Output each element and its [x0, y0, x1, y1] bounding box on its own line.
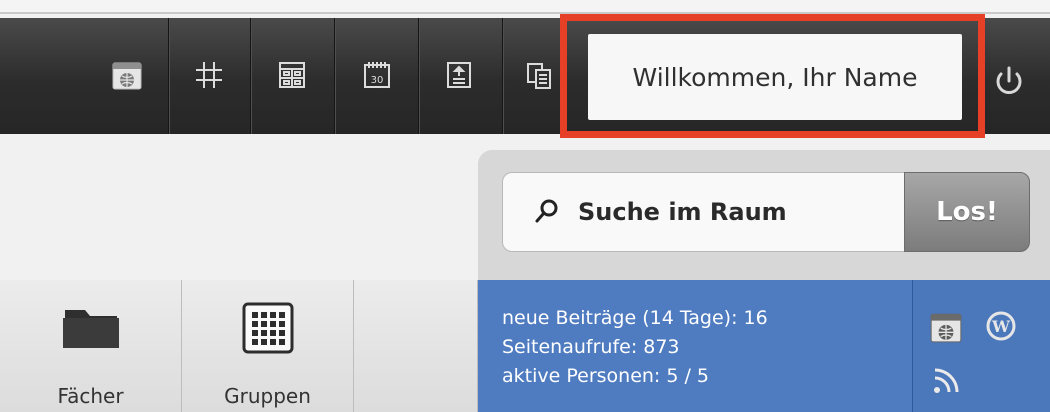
svg-text:30: 30 [371, 75, 384, 86]
table-icon[interactable] [275, 58, 309, 92]
toolbar-separator [418, 18, 419, 134]
tile-label: Fächer [57, 384, 124, 408]
calendar-icon[interactable]: 30 [360, 58, 394, 92]
calendar-globe-icon[interactable] [110, 58, 144, 92]
search-button[interactable]: Los! [904, 172, 1030, 252]
top-rule [0, 0, 1050, 14]
room-stats: neue Beiträge (14 Tage): 16 Seitenaufruf… [478, 280, 912, 412]
toolbar-separator [250, 18, 251, 134]
tile-label: Gruppen [224, 384, 311, 408]
toolbar-separator [502, 18, 503, 134]
upload-list-icon[interactable] [442, 58, 476, 92]
calendar-globe-icon[interactable] [929, 310, 963, 348]
stat-new-posts: neue Beiträge (14 Tage): 16 [502, 307, 768, 329]
rss-icon[interactable] [929, 364, 963, 402]
power-icon[interactable] [986, 58, 1032, 104]
folder-icon [59, 300, 123, 358]
wordpress-icon[interactable]: W [985, 310, 1017, 346]
search-icon [532, 196, 562, 230]
toolbar-separator [334, 18, 335, 134]
grid-icon[interactable] [192, 58, 226, 92]
tile-faecher[interactable]: Fächer [0, 280, 182, 412]
stat-page-views: Seitenaufrufe: 873 [502, 336, 680, 358]
feed-icons-panel: W [912, 280, 1050, 412]
svg-text:W: W [991, 317, 1011, 336]
toolbar-separator [168, 18, 169, 134]
group-grid-icon [240, 300, 296, 360]
tile-gruppen[interactable]: Gruppen [182, 280, 354, 412]
tile-empty[interactable] [354, 280, 478, 412]
copy-document-icon[interactable] [522, 58, 556, 92]
stat-active-people: aktive Personen: 5 / 5 [502, 365, 710, 387]
search-placeholder: Suche im Raum [578, 198, 787, 226]
highlight-frame [560, 14, 985, 138]
